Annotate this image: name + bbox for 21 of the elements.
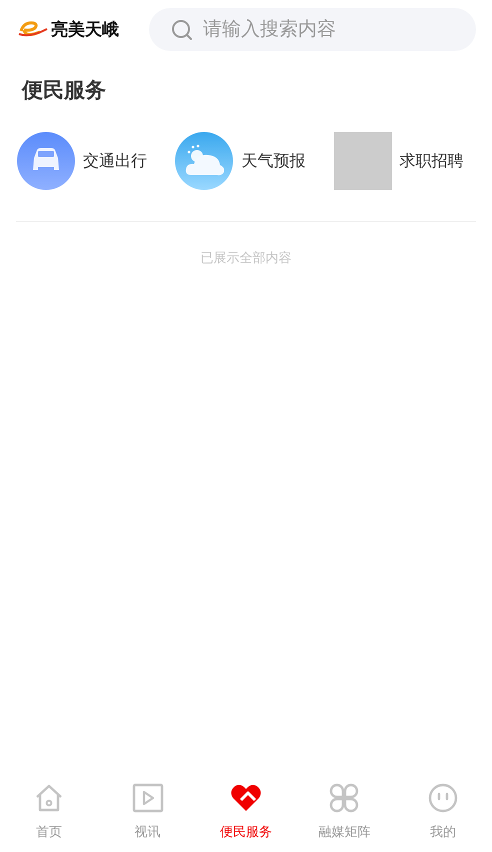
clover-icon	[328, 782, 360, 814]
nav-tab[interactable]: 首页	[0, 776, 98, 852]
search-icon	[171, 18, 193, 40]
logo-text: 亮美天峨	[51, 18, 119, 40]
search-field[interactable]: 请输入搜索内容	[149, 8, 476, 50]
nav-tab[interactable]: 我的	[394, 776, 492, 852]
nav-tab[interactable]: 视讯	[98, 776, 197, 852]
end-note: 已展示全部内容	[200, 250, 292, 267]
heart-icon	[230, 782, 262, 814]
car-icon	[17, 132, 75, 190]
nav-tab[interactable]: 便民服务	[196, 776, 296, 852]
service-item[interactable]: 求职招聘	[334, 132, 492, 190]
play-icon	[132, 782, 164, 814]
logo-icon	[18, 20, 48, 38]
service-item[interactable]: 交通出行	[17, 132, 176, 190]
nav-tab[interactable]: 融媒矩阵	[295, 776, 394, 852]
weather-icon	[175, 132, 234, 190]
section-title: 便民服务	[22, 77, 107, 104]
face-icon	[426, 782, 459, 814]
service-item[interactable]: 天气预报	[175, 132, 334, 190]
image-placeholder	[334, 132, 392, 190]
